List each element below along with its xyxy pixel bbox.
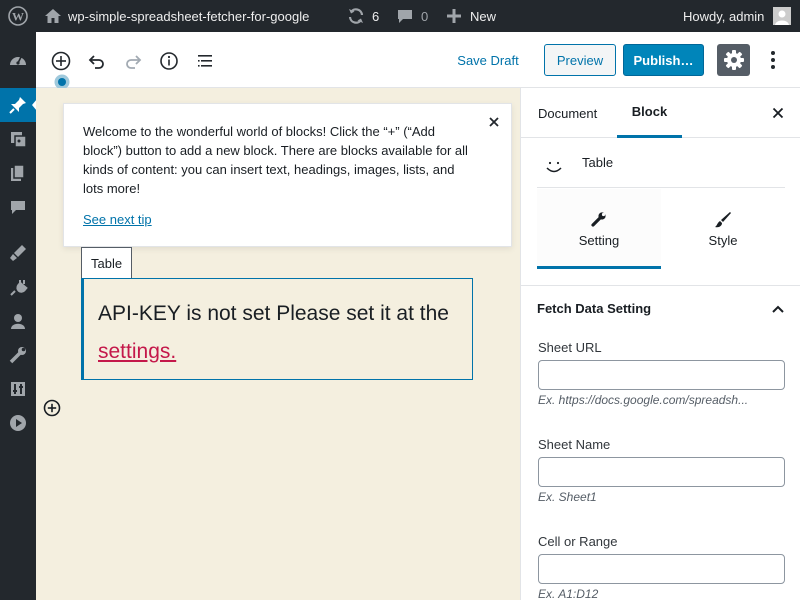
avatar[interactable] [773, 0, 791, 32]
fetch-data-panel-header[interactable]: Fetch Data Setting [521, 286, 800, 332]
brush-icon [714, 211, 732, 229]
undo-icon[interactable] [86, 50, 108, 72]
media-icon[interactable] [0, 122, 36, 156]
save-draft-button[interactable]: Save Draft [448, 44, 528, 76]
dashboard-icon[interactable] [0, 43, 36, 77]
play-icon[interactable] [0, 406, 36, 440]
wordpress-logo-icon[interactable]: W [8, 0, 28, 32]
close-sidebar-icon[interactable] [770, 105, 786, 121]
close-tip-icon[interactable] [486, 114, 502, 130]
home-icon[interactable] [44, 0, 62, 32]
tab-document[interactable]: Document [538, 88, 597, 138]
info-icon[interactable] [158, 50, 180, 72]
new-link[interactable]: New [470, 0, 496, 32]
cell-range-label: Cell or Range [538, 534, 618, 549]
users-icon[interactable] [0, 304, 36, 338]
block-type-label[interactable]: Table [81, 247, 133, 278]
wrench-icon [590, 211, 608, 229]
cell-range-field[interactable] [538, 554, 785, 584]
table-block[interactable]: API-KEY is not set Please set it at the … [81, 278, 473, 380]
sheet-url-field[interactable] [538, 360, 785, 390]
add-block-icon[interactable] [50, 50, 72, 72]
admin-menu [0, 32, 37, 600]
sheet-name-field[interactable] [538, 457, 785, 487]
admin-bar: W wp-simple-spreadsheet-fetcher-for-goog… [0, 0, 800, 32]
subtab-style[interactable]: Style [661, 189, 785, 269]
api-key-message: API-KEY is not set Please set it at the [98, 302, 449, 325]
subtab-setting[interactable]: Setting [537, 189, 661, 269]
site-name-link[interactable]: wp-simple-spreadsheet-fetcher-for-google [68, 0, 309, 32]
pages-icon[interactable] [0, 156, 36, 190]
settings-sliders-icon[interactable] [0, 372, 36, 406]
preview-button[interactable]: Preview [544, 44, 616, 76]
updates-icon[interactable] [346, 0, 366, 32]
subtab-setting-label: Setting [578, 233, 620, 248]
tools-icon[interactable] [0, 338, 36, 372]
editor-canvas: Welcome to the wonderful world of blocks… [36, 88, 520, 600]
editor-toolbar: Save Draft Preview Publish… [36, 32, 800, 90]
tip-text: Welcome to the wonderful world of blocks… [83, 124, 468, 196]
comments-icon[interactable] [396, 0, 414, 32]
comments-menu-icon[interactable] [0, 190, 36, 224]
updates-count[interactable]: 6 [372, 0, 379, 32]
chevron-up-icon[interactable] [771, 302, 785, 316]
block-inspector: Document Block Table Setting Style Fetch… [520, 88, 800, 600]
comments-count[interactable]: 0 [421, 0, 428, 32]
cell-range-help: Ex. A1:D12 [538, 587, 599, 600]
block-card: Table [537, 138, 785, 188]
appearance-icon[interactable] [0, 236, 36, 270]
howdy-link[interactable]: Howdy, admin [683, 0, 764, 32]
more-options-icon[interactable] [763, 49, 783, 71]
inspector-tabs: Document Block [521, 88, 800, 138]
sheet-url-help: Ex. https://docs.google.com/spreadsh... [538, 393, 749, 407]
sheet-url-label: Sheet URL [538, 340, 602, 355]
tip-popover: Welcome to the wonderful world of blocks… [63, 103, 512, 247]
posts-pin-icon[interactable] [0, 88, 37, 122]
plus-icon[interactable] [446, 0, 462, 32]
publish-button[interactable]: Publish… [623, 44, 704, 76]
sheet-name-label: Sheet Name [538, 437, 611, 452]
settings-link[interactable]: settings. [98, 340, 176, 363]
sheet-name-help: Ex. Sheet1 [538, 490, 597, 504]
redo-icon[interactable] [122, 50, 144, 72]
inserter-plus-icon[interactable] [43, 399, 61, 417]
subtab-style-label: Style [708, 233, 738, 248]
see-next-tip-link[interactable]: See next tip [83, 212, 152, 227]
smiley-icon [543, 155, 565, 177]
panel-title: Fetch Data Setting [537, 301, 652, 316]
settings-gear-icon[interactable] [717, 44, 750, 76]
block-card-title: Table [582, 155, 614, 170]
block-message: API-KEY is not set Please set it at the … [98, 295, 470, 371]
plugins-icon[interactable] [0, 270, 36, 304]
tab-block[interactable]: Block [617, 88, 682, 138]
svg-text:W: W [12, 10, 24, 24]
block-navigation-icon[interactable] [194, 50, 216, 72]
